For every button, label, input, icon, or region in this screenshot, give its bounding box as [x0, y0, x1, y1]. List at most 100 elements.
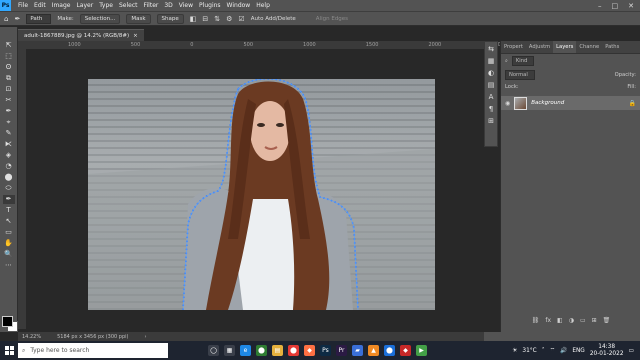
notifications-icon[interactable]: ▭ — [629, 348, 634, 354]
home-icon[interactable]: ⌂ — [4, 15, 8, 23]
brush-tool-icon[interactable]: ✎ — [3, 129, 15, 138]
color-swatches[interactable] — [2, 316, 18, 332]
windows-start-icon[interactable] — [0, 341, 18, 360]
maximize-button[interactable]: □ — [612, 2, 619, 10]
path-operations-icon[interactable]: ◧ — [190, 15, 197, 23]
rectangle-tool-icon[interactable]: ▭ — [3, 228, 15, 237]
delete-layer-icon[interactable]: 🗑 — [603, 317, 611, 324]
menu-window[interactable]: Window — [224, 2, 254, 9]
filter-kind-select[interactable]: Kind — [511, 56, 535, 66]
adjustment-layer-icon[interactable]: ◑ — [569, 317, 574, 324]
shape-button[interactable]: Shape — [156, 13, 184, 24]
taskbar-app-icon[interactable]: ◯ — [208, 345, 219, 356]
tab-properties[interactable]: Propert — [501, 41, 526, 53]
foreground-color-swatch[interactable] — [2, 316, 13, 327]
menu-3d[interactable]: 3D — [161, 2, 175, 9]
swatches-panel-icon[interactable]: ▦ — [488, 57, 495, 66]
menu-layer[interactable]: Layer — [73, 2, 96, 9]
layer-name[interactable]: Background — [531, 100, 564, 106]
align-edges-option[interactable]: Align Edges — [316, 16, 348, 22]
taskbar-app-icon[interactable]: ⬤ — [256, 345, 267, 356]
taskbar-search-box[interactable]: ⌕ Type here to search — [18, 343, 168, 358]
path-selection-tool-icon[interactable]: ↖ — [3, 217, 15, 226]
menu-type[interactable]: Type — [96, 2, 116, 9]
history-brush-tool-icon[interactable]: ◈ — [3, 151, 15, 160]
tray-chevron-icon[interactable]: ˄ — [542, 348, 545, 354]
language-indicator[interactable]: ENG — [572, 348, 585, 354]
weather-temp[interactable]: 31°C — [522, 348, 536, 354]
lasso-tool-icon[interactable]: ʘ — [3, 63, 15, 72]
clock[interactable]: 14:38 20-01-2022 — [590, 344, 624, 358]
menu-plugins[interactable]: Plugins — [196, 2, 224, 9]
mask-button[interactable]: Mask — [126, 13, 151, 24]
menu-file[interactable]: File — [15, 2, 31, 9]
zoom-level[interactable]: 14.22% — [22, 334, 41, 340]
object-selection-tool-icon[interactable]: ⧉ — [3, 74, 15, 83]
path-arrangement-icon[interactable]: ⇅ — [214, 15, 220, 23]
crop-tool-icon[interactable]: ⊡ — [3, 85, 15, 94]
settings-gear-icon[interactable]: ⚙ — [226, 15, 232, 23]
character-panel-icon[interactable]: A — [489, 93, 494, 102]
paragraph-panel-icon[interactable]: ¶ — [489, 105, 493, 114]
path-mode-select[interactable]: Path — [26, 13, 52, 24]
tab-channels[interactable]: Channe — [576, 41, 602, 53]
adjustments-panel-icon[interactable]: ◐ — [488, 69, 494, 78]
minimize-button[interactable]: – — [598, 2, 602, 10]
layer-row-background[interactable]: ◉ Background 🔒 — [501, 96, 640, 110]
taskbar-app-icon[interactable]: ⬤ — [384, 345, 395, 356]
tab-paths[interactable]: Paths — [602, 41, 622, 53]
chevron-right-icon[interactable]: › — [144, 334, 146, 340]
eraser-tool-icon[interactable]: ◔ — [3, 162, 15, 171]
properties-panel-icon[interactable]: ⊞ — [488, 117, 494, 126]
layer-style-icon[interactable]: fx — [545, 317, 551, 324]
taskbar-app-icon[interactable]: ▦ — [224, 345, 235, 356]
taskbar-app-icon[interactable]: ▲ — [368, 345, 379, 356]
tab-adjustments[interactable]: Adjustm — [526, 41, 553, 53]
libraries-panel-icon[interactable]: ▤ — [488, 81, 495, 90]
menu-help[interactable]: Help — [253, 2, 273, 9]
weather-icon[interactable]: ☀ — [512, 348, 517, 354]
menu-select[interactable]: Select — [116, 2, 141, 9]
eye-icon[interactable]: ◉ — [505, 100, 510, 107]
taskbar-app-icon[interactable]: ▤ — [272, 345, 283, 356]
menu-filter[interactable]: Filter — [141, 2, 162, 9]
taskbar-app-icon[interactable]: Ps — [320, 345, 331, 356]
clone-stamp-tool-icon[interactable]: ⧔ — [3, 140, 15, 149]
taskbar-app-icon[interactable]: ▶ — [416, 345, 427, 356]
new-layer-icon[interactable]: ⊞ — [592, 317, 597, 324]
canvas-area[interactable] — [26, 49, 484, 329]
taskbar-app-icon[interactable]: ◆ — [400, 345, 411, 356]
close-button[interactable]: ✕ — [628, 2, 634, 10]
frame-tool-icon[interactable]: ✂ — [3, 96, 15, 105]
taskbar-app-icon[interactable]: ◆ — [304, 345, 315, 356]
new-group-icon[interactable]: ▭ — [580, 317, 586, 324]
marquee-tool-icon[interactable]: ⬚ — [3, 52, 15, 61]
path-alignment-icon[interactable]: ⊟ — [202, 15, 208, 23]
taskbar-app-icon[interactable]: Pr — [336, 345, 347, 356]
blend-mode-select[interactable]: Normal — [505, 70, 535, 80]
gradient-tool-icon[interactable]: ⬤ — [3, 173, 15, 182]
document-info[interactable]: 5184 px x 3456 px (300 ppi) — [57, 334, 128, 340]
auto-add-delete-checkbox[interactable]: ☑ — [238, 15, 244, 23]
taskbar-app-icon[interactable]: ▰ — [352, 345, 363, 356]
taskbar-app-icon[interactable]: e — [240, 345, 251, 356]
taskbar-app-icon[interactable]: ⬤ — [288, 345, 299, 356]
document-image[interactable] — [88, 79, 435, 310]
pen-tool-active-icon[interactable]: ✒ — [2, 195, 15, 204]
link-layers-icon[interactable]: ⛓ — [532, 317, 540, 324]
pen-tool-icon[interactable]: ✒ — [14, 15, 20, 23]
menu-image[interactable]: Image — [49, 2, 74, 9]
move-tool-icon[interactable]: ⇱ — [3, 41, 15, 50]
eyedropper-tool-icon[interactable]: ✒ — [3, 107, 15, 116]
type-tool-icon[interactable]: T — [3, 206, 15, 215]
selection-button[interactable]: Selection... — [79, 13, 121, 24]
healing-brush-tool-icon[interactable]: ⌖ — [3, 118, 15, 127]
volume-icon[interactable]: 🔊 — [560, 348, 567, 354]
network-icon[interactable]: ⌔ — [550, 347, 555, 354]
menu-edit[interactable]: Edit — [31, 2, 49, 9]
zoom-tool-icon[interactable]: 🔍 — [3, 250, 15, 259]
arrange-panels-icon[interactable]: ⇆ — [488, 45, 494, 54]
dodge-tool-icon[interactable]: ⬭ — [3, 184, 15, 193]
add-mask-icon[interactable]: ◧ — [557, 317, 563, 324]
menu-view[interactable]: View — [176, 2, 196, 9]
